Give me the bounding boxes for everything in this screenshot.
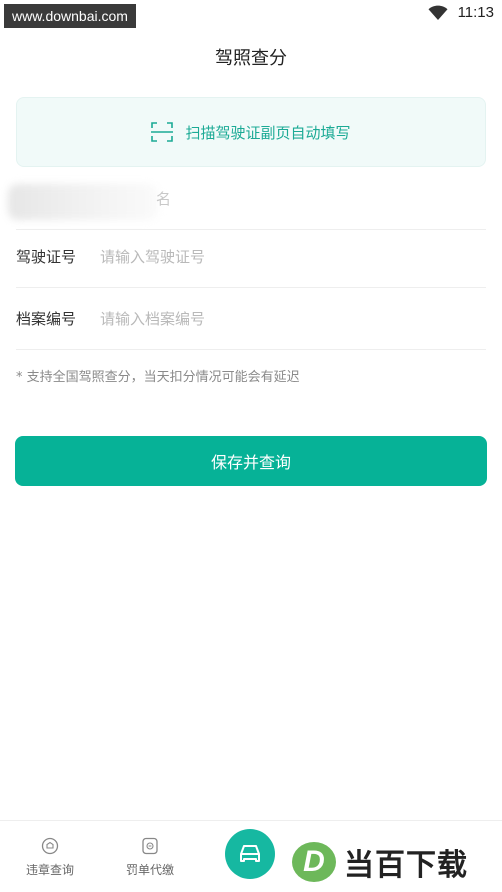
car-icon — [240, 845, 260, 862]
wifi-icon — [428, 5, 448, 20]
site-watermark: www.downbai.com — [4, 4, 136, 28]
license-number-row: 驾驶证号 — [16, 226, 486, 288]
brand-watermark: D 当百下载 — [292, 836, 502, 888]
nav-item-fine-payment[interactable]: 罚单代缴 — [110, 837, 190, 878]
fine-payment-icon — [142, 837, 158, 855]
archive-number-row: 档案编号 — [16, 288, 486, 350]
brand-text: 当百下载 — [344, 848, 468, 883]
scan-label: 扫描驾驶证副页自动填写 — [185, 123, 351, 142]
nav-label-fine-payment: 罚单代缴 — [125, 863, 174, 877]
nav-label-violation-search: 违章查询 — [25, 863, 74, 877]
violation-search-icon — [41, 837, 59, 855]
brand-logo: D — [292, 842, 336, 882]
blurred-name-value — [8, 184, 158, 220]
license-number-label: 驾驶证号 — [16, 248, 77, 266]
license-number-input[interactable] — [100, 247, 486, 266]
name-partial-text: 名 — [156, 190, 172, 208]
archive-number-label: 档案编号 — [16, 310, 77, 328]
status-time: 11:13 — [457, 4, 494, 21]
save-and-query-button[interactable]: 保存并查询 — [15, 436, 487, 486]
scan-license-button[interactable]: 扫描驾驶证副页自动填写 — [16, 97, 486, 167]
archive-number-input[interactable] — [100, 309, 486, 328]
status-bar: www.downbai.com 11:13 — [0, 0, 502, 30]
name-row[interactable]: 名 — [8, 168, 486, 230]
page-title: 驾照查分 — [215, 48, 287, 69]
nav-item-violation-search[interactable]: 违章查询 — [10, 837, 90, 878]
support-note: * 支持全国驾照查分，当天扣分情况可能会有延迟 — [16, 370, 300, 385]
status-indicators: 11:13 — [428, 4, 494, 21]
scan-frame-icon — [151, 122, 174, 142]
nav-center-car-button[interactable] — [225, 829, 275, 879]
